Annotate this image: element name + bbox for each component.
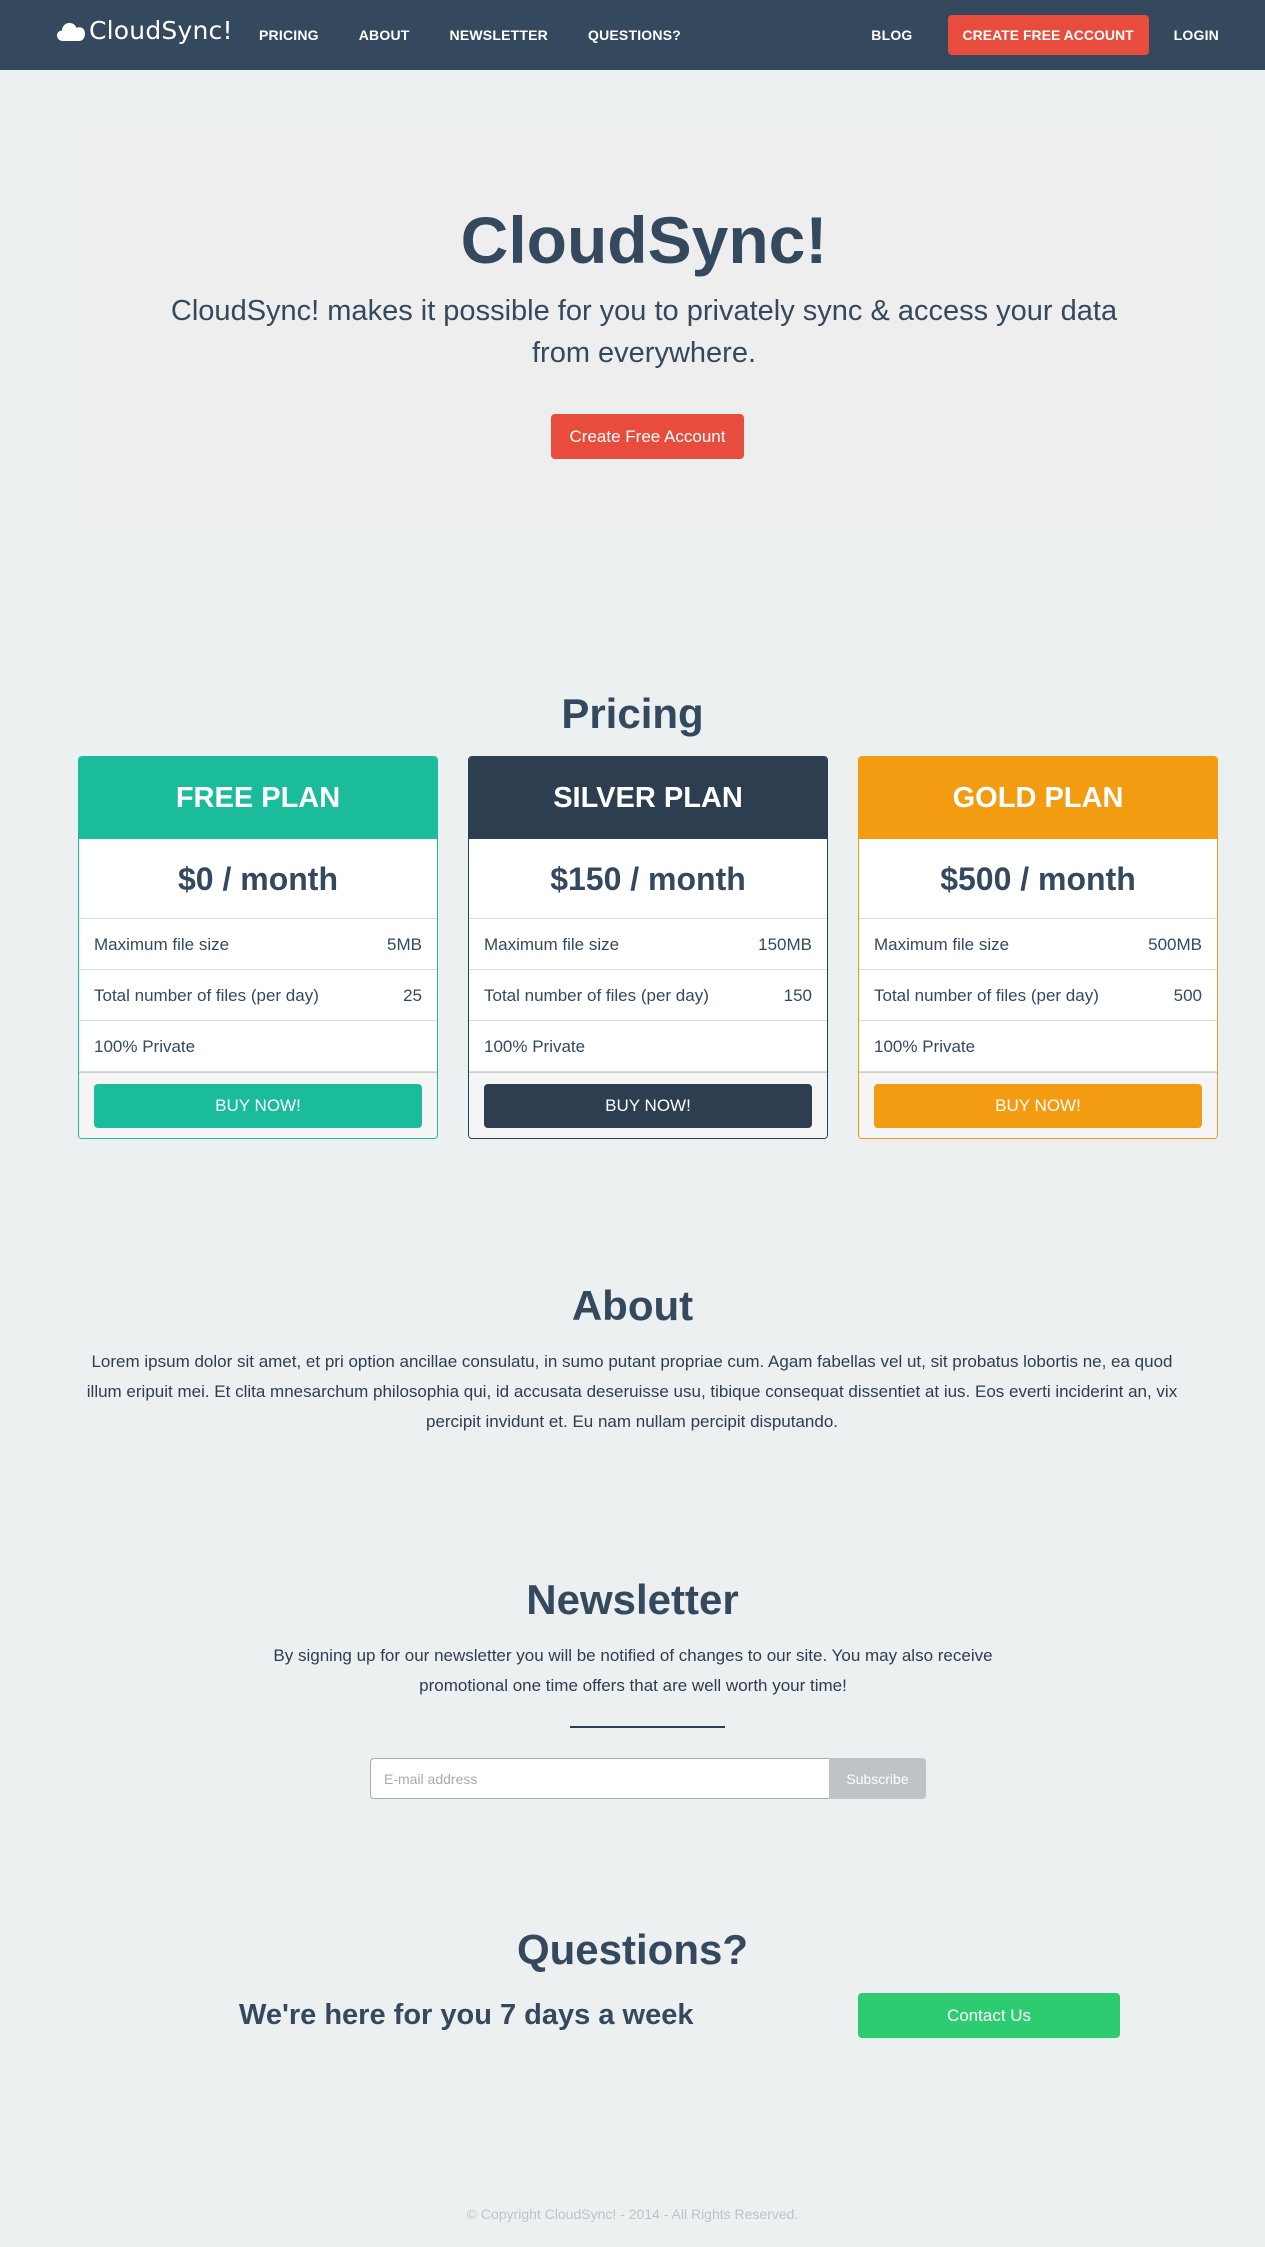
plan-card-silver: SILVER PLAN $150 / month Maximum file si…: [468, 756, 828, 1139]
buy-now-button-silver[interactable]: BUY NOW!: [484, 1084, 812, 1128]
subscribe-button[interactable]: Subscribe: [829, 1758, 926, 1799]
plan-feature-row: 100% Private: [469, 1021, 827, 1072]
divider: [570, 1726, 725, 1728]
nav-link-pricing[interactable]: PRICING: [259, 27, 319, 43]
footer-copyright: © Copyright CloudSync! - 2014 - All Righ…: [466, 2206, 799, 2222]
plan-name: SILVER PLAN: [469, 757, 827, 839]
plan-price: $150 / month: [469, 839, 827, 919]
navbar: CloudSync! PRICING ABOUT NEWSLETTER QUES…: [0, 0, 1265, 70]
feature-value: 500: [1173, 986, 1202, 1005]
create-account-nav-button[interactable]: CREATE FREE ACCOUNT: [947, 15, 1149, 55]
newsletter-form: Subscribe: [370, 1758, 926, 1799]
buy-now-button-gold[interactable]: BUY NOW!: [874, 1084, 1202, 1128]
nav-link-newsletter[interactable]: NEWSLETTER: [450, 27, 548, 43]
plan-card-gold: GOLD PLAN $500 / month Maximum file size…: [858, 756, 1218, 1139]
hero-jumbotron: CloudSync! CloudSync! makes it possible …: [78, 130, 1210, 535]
plan-name: FREE PLAN: [79, 757, 437, 839]
feature-value: 150MB: [758, 935, 812, 954]
nav-link-about[interactable]: ABOUT: [359, 27, 410, 43]
newsletter-text: By signing up for our newsletter you wil…: [273, 1646, 993, 1695]
create-account-hero-button[interactable]: Create Free Account: [551, 414, 744, 459]
feature-value: 500MB: [1148, 935, 1202, 954]
feature-label: Total number of files (per day): [94, 986, 319, 1005]
plan-card-free: FREE PLAN $0 / month Maximum file size 5…: [78, 756, 438, 1139]
hero-title: CloudSync!: [460, 203, 828, 277]
plan-feature-row: Maximum file size 500MB: [859, 919, 1217, 970]
nav-link-questions[interactable]: QUESTIONS?: [588, 27, 681, 43]
about-text: Lorem ipsum dolor sit amet, et pri optio…: [86, 1352, 1178, 1431]
nav-link-login[interactable]: LOGIN: [1174, 27, 1219, 43]
feature-label: 100% Private: [94, 1037, 196, 1056]
nav-right: BLOG CREATE FREE ACCOUNT LOGIN: [871, 0, 1219, 70]
pricing-title: Pricing: [561, 690, 704, 737]
feature-label: Maximum file size: [874, 935, 1010, 954]
plan-feature-row: Maximum file size 5MB: [79, 919, 437, 970]
brand-link[interactable]: CloudSync!: [56, 16, 233, 45]
feature-label: 100% Private: [484, 1037, 586, 1056]
questions-subtitle: We're here for you 7 days a week: [239, 1999, 694, 2031]
feature-value: 25: [403, 986, 422, 1005]
plan-feature-row: 100% Private: [79, 1021, 437, 1072]
brand-name: CloudSync!: [89, 16, 233, 45]
buy-now-button-free[interactable]: BUY NOW!: [94, 1084, 422, 1128]
nav-link-blog[interactable]: BLOG: [871, 27, 912, 43]
about-title: About: [571, 1282, 694, 1329]
contact-us-button[interactable]: Contact Us: [858, 1993, 1120, 2038]
feature-label: Total number of files (per day): [484, 986, 709, 1005]
newsletter-title: Newsletter: [526, 1576, 739, 1623]
feature-label: Maximum file size: [484, 935, 620, 954]
email-input[interactable]: [370, 1758, 829, 1799]
plan-name: GOLD PLAN: [859, 757, 1217, 839]
nav-links: PRICING ABOUT NEWSLETTER QUESTIONS?: [259, 0, 721, 70]
plan-feature-row: Total number of files (per day) 25: [79, 970, 437, 1021]
hero-subtitle: CloudSync! makes it possible for you to …: [170, 295, 1118, 369]
feature-value: 150: [783, 986, 812, 1005]
plan-feature-row: Total number of files (per day) 150: [469, 970, 827, 1021]
plan-price: $0 / month: [79, 839, 437, 919]
plan-footer: BUY NOW!: [859, 1072, 1217, 1138]
plan-feature-row: 100% Private: [859, 1021, 1217, 1072]
plan-price: $500 / month: [859, 839, 1217, 919]
plan-feature-row: Maximum file size 150MB: [469, 919, 827, 970]
plan-feature-row: Total number of files (per day) 500: [859, 970, 1217, 1021]
feature-value: 5MB: [387, 935, 422, 954]
cloud-icon: [56, 20, 86, 42]
feature-label: Total number of files (per day): [874, 986, 1099, 1005]
feature-label: 100% Private: [874, 1037, 976, 1056]
plan-footer: BUY NOW!: [79, 1072, 437, 1138]
plan-footer: BUY NOW!: [469, 1072, 827, 1138]
questions-title: Questions?: [516, 1926, 749, 1973]
feature-label: Maximum file size: [94, 935, 230, 954]
